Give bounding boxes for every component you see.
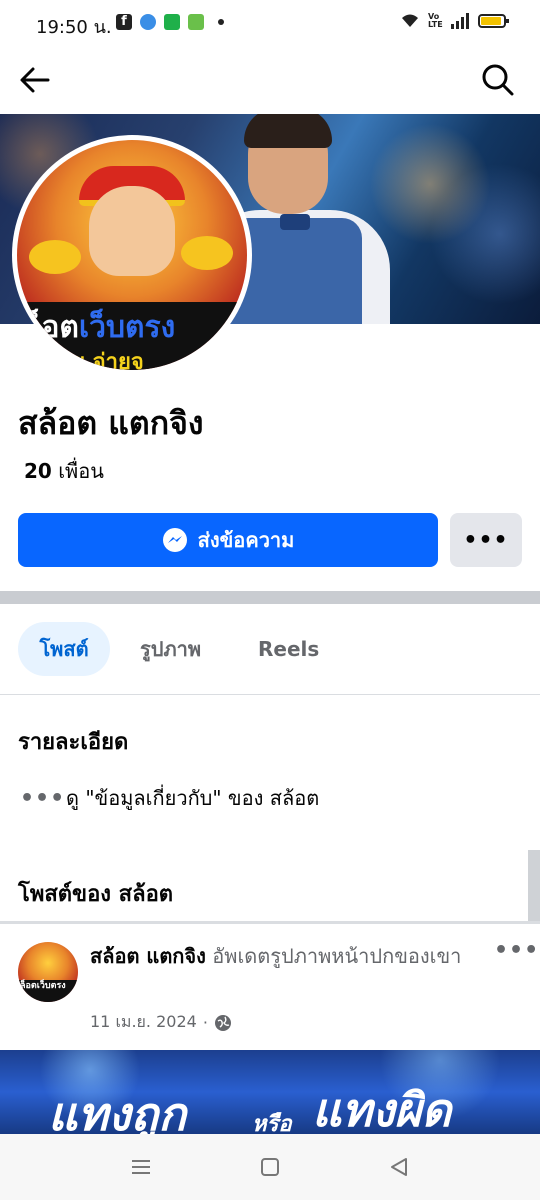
messenger-icon	[162, 528, 187, 552]
more-dots-icon: •••	[20, 785, 66, 811]
facebook-icon: f	[116, 14, 132, 30]
status-time: 19:50 น.	[36, 17, 112, 38]
avatar-god-face	[89, 186, 175, 276]
tabs-divider	[0, 694, 540, 695]
recent-apps-button[interactable]	[126, 1152, 156, 1182]
avatar-gold-ingot	[29, 240, 81, 274]
cover-dealer-hair	[244, 114, 332, 148]
profile-avatar-image: ล็อตเว็บตรง จ่าย จ่ายจ	[17, 140, 247, 370]
notification-dot	[218, 19, 224, 25]
menu-icon	[132, 1160, 150, 1174]
post-image-text-2: หรือ	[252, 1112, 292, 1134]
search-icon	[482, 64, 514, 96]
android-app-icon	[188, 14, 204, 30]
messenger-icon	[140, 14, 156, 30]
friends-count: 20	[24, 459, 52, 483]
battery-icon	[478, 14, 509, 28]
scrollbar[interactable]	[528, 850, 540, 924]
back-button[interactable]	[14, 58, 58, 102]
more-options-button[interactable]: •••	[450, 513, 522, 567]
send-message-label: ส่งข้อความ	[197, 528, 295, 552]
status-system-icons: Vo LTE	[400, 12, 509, 29]
about-info-link[interactable]: ••• ดู "ข้อมูลเกี่ยวกับ" ของ สล้อต	[20, 782, 319, 814]
avatar-text-line2: จ่าย จ่ายจ	[47, 350, 144, 370]
post-meta-separator: ·	[202, 1013, 208, 1032]
globe-icon	[214, 1014, 231, 1031]
section-divider	[0, 591, 540, 604]
post-meta: 11 เม.ย. 2024 ·	[90, 1010, 232, 1035]
post-action-text: อัพเดตรูปภาพหน้าปกของเขา	[205, 944, 462, 968]
post-avatar-text: ล็อตเว็บตรง	[20, 981, 66, 991]
post-image-text-1: แทงถูก	[48, 1087, 187, 1134]
friends-label: เพื่อน	[58, 459, 104, 483]
tab-reels[interactable]: Reels	[258, 622, 319, 676]
post-more-button[interactable]: •••	[494, 938, 539, 963]
wifi-icon	[402, 14, 418, 27]
post-author-name[interactable]: สล้อต แตกจิง	[90, 944, 206, 968]
post-date[interactable]: 11 เม.ย. 2024	[90, 1010, 197, 1035]
details-title: รายละเอียด	[18, 730, 129, 755]
home-button[interactable]	[255, 1152, 285, 1182]
post-author-avatar[interactable]: ล็อตเว็บตรง	[18, 942, 78, 1002]
search-button[interactable]	[476, 58, 520, 102]
volte-icon: Vo LTE	[428, 12, 443, 29]
line-icon	[164, 14, 180, 30]
post-image-text-3: แทงผิด	[312, 1083, 452, 1134]
system-back-button[interactable]	[384, 1152, 414, 1182]
post-header: สล้อต แตกจิง อัพเดตรูปภาพหน้าปกของเขา	[90, 940, 470, 972]
tab-photos[interactable]: รูปภาพ	[140, 622, 201, 676]
top-navigation	[0, 46, 540, 114]
status-app-icons: f	[116, 14, 224, 30]
profile-name: สล้อต แตกจิง	[18, 404, 204, 442]
posts-section-title: โพสต์ของ สล้อต	[18, 882, 174, 907]
back-arrow-icon	[20, 67, 50, 93]
signal-icon	[451, 13, 469, 29]
send-message-button[interactable]: ส่งข้อความ	[18, 513, 438, 567]
tab-posts[interactable]: โพสต์	[18, 622, 110, 676]
post-image[interactable]: แทงถูก หรือ แทงผิด	[0, 1050, 540, 1134]
home-square-icon	[261, 1158, 279, 1176]
profile-avatar[interactable]: ล็อตเว็บตรง จ่าย จ่ายจ	[12, 135, 252, 375]
status-bar: 19:50 น. f Vo LTE	[0, 0, 540, 46]
posts-divider	[0, 921, 540, 924]
android-navigation-bar	[0, 1134, 540, 1200]
cover-dealer-bowtie	[280, 214, 310, 230]
avatar-gold-ingot	[181, 236, 233, 270]
friends-count-link[interactable]: 20 เพื่อน	[24, 455, 104, 487]
back-triangle-icon	[391, 1158, 407, 1176]
about-info-text: ดู "ข้อมูลเกี่ยวกับ" ของ สล้อต	[66, 786, 320, 810]
